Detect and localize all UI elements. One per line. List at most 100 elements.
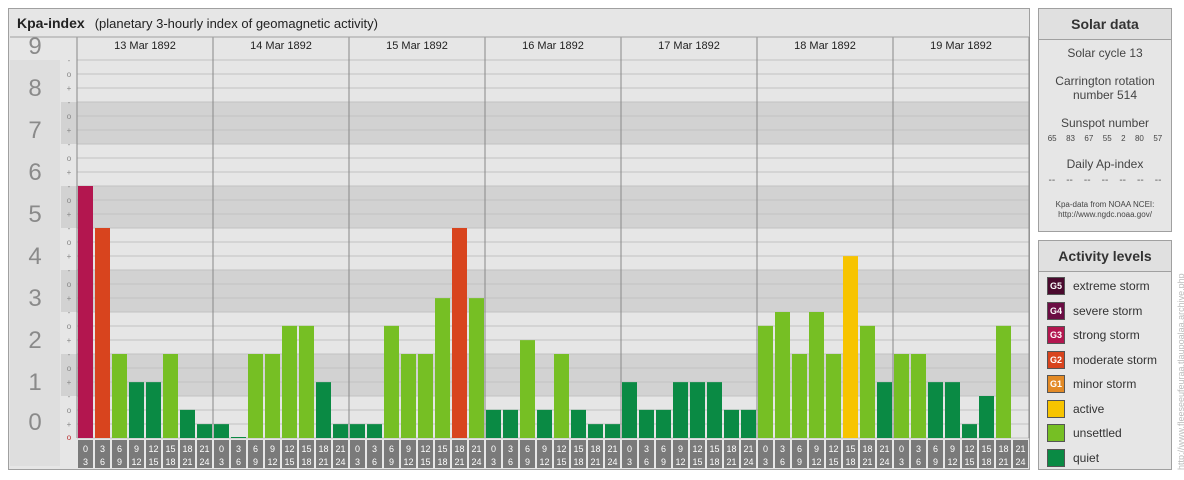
interval-start-label: 15 xyxy=(845,444,855,454)
kp-minor-label: o xyxy=(67,70,72,79)
interval-end-label: 6 xyxy=(508,457,513,467)
kp-bar xyxy=(435,298,450,438)
interval-start-label: 6 xyxy=(525,444,530,454)
interval-end-label: 12 xyxy=(811,457,821,467)
ap-index-value: -- xyxy=(1066,175,1073,186)
interval-start-label: 0 xyxy=(491,444,496,454)
y-tick-label: 3 xyxy=(28,285,41,312)
legend-item-g1: G1 minor storm xyxy=(1039,372,1171,397)
interval-end-label: 21 xyxy=(182,457,192,467)
kp-minor-label: - xyxy=(68,182,71,191)
kp-bar xyxy=(350,424,365,438)
interval-end-label: 12 xyxy=(947,457,957,467)
sunspot-label: Sunspot number xyxy=(1060,116,1150,130)
interval-end-label: 12 xyxy=(267,457,277,467)
kp-bar xyxy=(129,382,144,438)
interval-end-label: 9 xyxy=(797,457,802,467)
kp-bar xyxy=(928,382,943,438)
day-label: 17 Mar 1892 xyxy=(658,40,720,52)
y-tick-label: 8 xyxy=(28,75,41,102)
interval-start-label: 21 xyxy=(607,444,617,454)
kp-bar xyxy=(333,424,348,438)
day-label: 18 Mar 1892 xyxy=(794,40,856,52)
interval-start-label: 12 xyxy=(148,444,158,454)
kp-minor-label: o xyxy=(67,322,72,331)
kp-bar xyxy=(367,424,382,438)
ap-index-value: -- xyxy=(1154,175,1162,186)
interval-end-label: 21 xyxy=(590,457,600,467)
interval-start-label: 21 xyxy=(743,444,753,454)
interval-start-label: 3 xyxy=(780,444,785,454)
sunspot-value: 80 xyxy=(1134,134,1144,143)
kp-bar xyxy=(571,409,586,438)
solar-data-panel: Solar data Solar cycle 13 Carrington rot… xyxy=(1038,8,1172,232)
kp-band xyxy=(61,228,1029,270)
interval-end-label: 6 xyxy=(100,457,105,467)
interval-end-label: 12 xyxy=(403,457,413,467)
kp-minor-label: + xyxy=(67,252,72,261)
kp-bar xyxy=(588,424,603,438)
interval-end-label: 12 xyxy=(675,457,685,467)
interval-start-label: 9 xyxy=(270,444,275,454)
interval-end-label: 18 xyxy=(437,457,447,467)
kp-minor-label: o xyxy=(67,196,72,205)
source-note-link[interactable]: http://www.ngdc.noaa.gov/ xyxy=(1039,210,1171,220)
kp-bar xyxy=(622,382,637,438)
kp-bar xyxy=(503,409,518,438)
kp-minor-label: + xyxy=(67,378,72,387)
interval-start-label: 3 xyxy=(100,444,105,454)
kp-bar xyxy=(452,228,467,438)
kp-bar xyxy=(877,382,892,438)
interval-end-label: 15 xyxy=(148,457,158,467)
kp-minor-label: - xyxy=(68,56,71,65)
kp-bar xyxy=(316,382,331,438)
y-tick-label: 7 xyxy=(28,117,41,144)
sunspot-value: 55 xyxy=(1102,134,1112,143)
activity-levels-header: Activity levels xyxy=(1039,241,1171,272)
kp-minor-label: + xyxy=(67,294,72,303)
kp-minor-label: - xyxy=(68,140,71,149)
kp-minor-label: o xyxy=(67,364,72,373)
interval-end-label: 6 xyxy=(916,457,921,467)
interval-start-label: 0 xyxy=(83,444,88,454)
interval-start-label: 3 xyxy=(916,444,921,454)
interval-end-label: 18 xyxy=(709,457,719,467)
interval-end-label: 15 xyxy=(420,457,430,467)
interval-start-label: 6 xyxy=(253,444,258,454)
interval-end-label: 3 xyxy=(627,457,632,467)
kp-band xyxy=(61,270,1029,312)
interval-end-label: 24 xyxy=(607,457,617,467)
sunspot-value: 65 xyxy=(1047,134,1057,143)
legend-item-quiet: quiet xyxy=(1039,446,1171,471)
kp-bar xyxy=(605,424,620,438)
kp-bar xyxy=(112,354,127,438)
ap-index-value: -- xyxy=(1119,175,1126,186)
interval-end-label: 24 xyxy=(199,457,209,467)
kp-bar xyxy=(724,409,739,438)
y-tick-label: 4 xyxy=(28,243,41,270)
y-tick-label: 6 xyxy=(28,159,41,186)
kp-bar xyxy=(469,298,484,438)
interval-start-label: 15 xyxy=(301,444,311,454)
sunspot-value: 2 xyxy=(1121,134,1126,143)
legend-label: severe storm xyxy=(1073,303,1143,318)
legend-label: moderate storm xyxy=(1073,352,1158,367)
interval-end-label: 21 xyxy=(454,457,464,467)
kp-bar xyxy=(996,325,1011,438)
interval-end-label: 24 xyxy=(335,457,345,467)
kp-bar xyxy=(826,354,841,438)
interval-start-label: 15 xyxy=(709,444,719,454)
kp-minor-label: o xyxy=(67,154,72,163)
interval-start-label: 18 xyxy=(862,444,872,454)
legend-item-g2: G2 moderate storm xyxy=(1039,348,1171,373)
interval-end-label: 15 xyxy=(692,457,702,467)
kpa-chart-panel: Kpa-index (planetary 3-hourly index of g… xyxy=(8,8,1030,470)
interval-start-label: 0 xyxy=(355,444,360,454)
interval-end-label: 9 xyxy=(525,457,530,467)
kp-minor-label: o xyxy=(67,406,72,415)
kp-bar xyxy=(911,354,926,438)
kp-bar xyxy=(299,325,314,438)
kp-bar xyxy=(180,409,195,438)
interval-start-label: 12 xyxy=(828,444,838,454)
interval-start-label: 9 xyxy=(950,444,955,454)
